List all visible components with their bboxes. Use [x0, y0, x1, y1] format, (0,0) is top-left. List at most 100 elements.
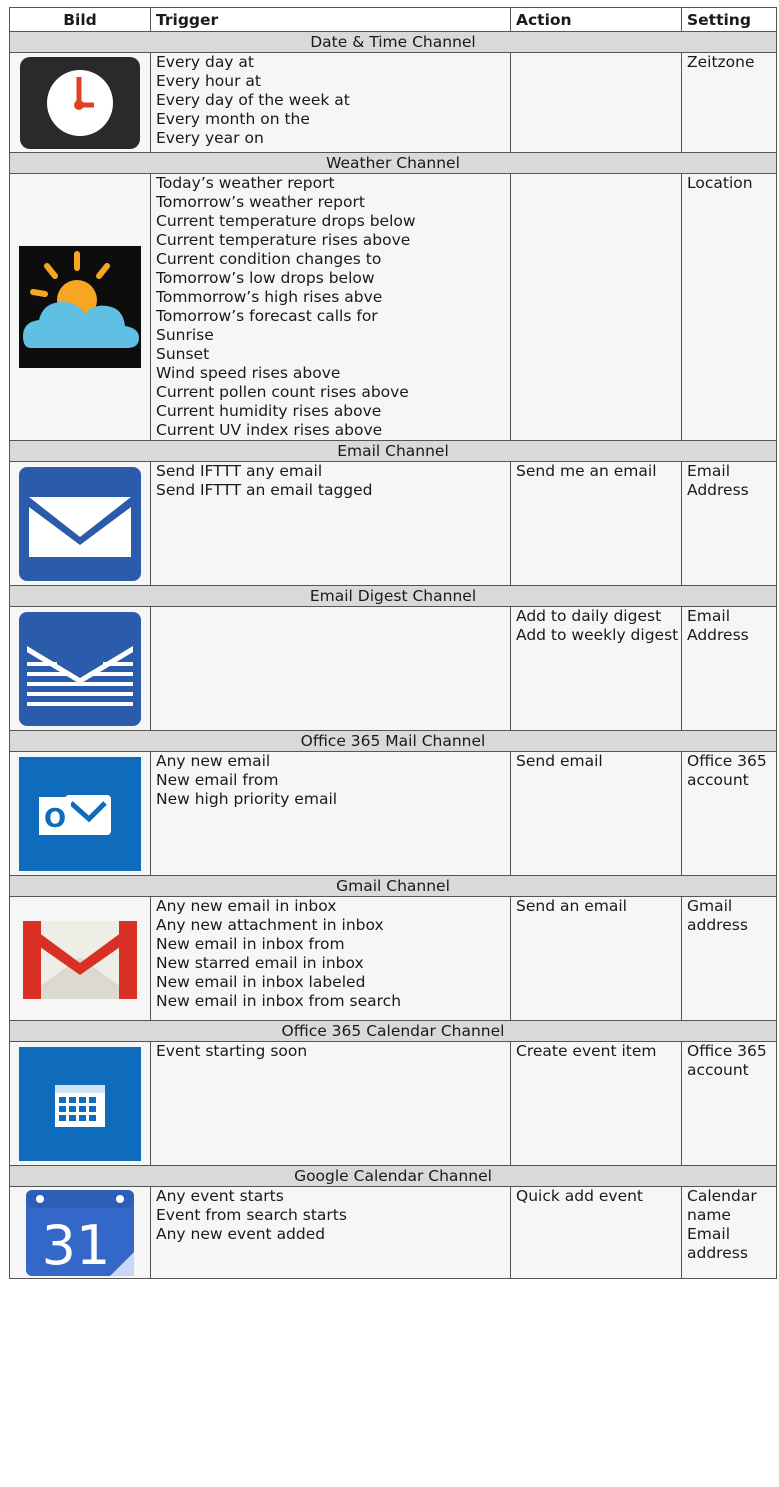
- channel-row: Send IFTTT any email Send IFTTT an email…: [9, 461, 777, 586]
- section-row: Gmail Channel: [9, 875, 777, 897]
- outlook-icon: O: [19, 756, 141, 871]
- col-header-bild: Bild: [9, 7, 151, 32]
- setting-cell: Location: [681, 173, 777, 441]
- action-item: Create event item: [516, 1042, 657, 1060]
- section-title: Office 365 Mail Channel: [9, 730, 777, 752]
- trigger-item: New email from: [156, 771, 279, 789]
- outlook-letter: O: [44, 804, 66, 834]
- setting-cell: Gmail address: [681, 896, 777, 1021]
- trigger-cell: Any event starts Event from search start…: [150, 1186, 511, 1279]
- channel-image-cell: [9, 173, 151, 441]
- channel-row: Event starting soon Create event item Of…: [9, 1041, 777, 1166]
- setting-cell: Office 365 account: [681, 751, 777, 876]
- action-cell: [510, 173, 682, 441]
- action-cell: Send an email: [510, 896, 682, 1021]
- trigger-item: Current humidity rises above: [156, 402, 382, 420]
- trigger-cell: Send IFTTT any email Send IFTTT an email…: [150, 461, 511, 586]
- trigger-item: Any new email: [156, 752, 271, 770]
- channel-row: Add to daily digest Add to weekly digest…: [9, 606, 777, 731]
- trigger-item: Current temperature drops below: [156, 212, 416, 230]
- trigger-cell: Any new email New email from New high pr…: [150, 751, 511, 876]
- trigger-item: Today’s weather report: [156, 174, 335, 192]
- channel-image-cell: O: [9, 751, 151, 876]
- trigger-item: Every day at: [156, 53, 254, 71]
- trigger-item: Any event starts: [156, 1187, 284, 1205]
- section-title: Gmail Channel: [9, 875, 777, 897]
- setting-cell: Email Address: [681, 606, 777, 731]
- action-cell: Quick add event: [510, 1186, 682, 1279]
- setting-cell: Email Address: [681, 461, 777, 586]
- section-title: Date & Time Channel: [9, 31, 777, 53]
- action-item: Quick add event: [516, 1187, 644, 1205]
- trigger-item: Any new event added: [156, 1225, 326, 1243]
- trigger-item: Every year on: [156, 129, 264, 147]
- setting-cell: Zeitzone: [681, 52, 777, 153]
- action-cell: Send email: [510, 751, 682, 876]
- section-row: Google Calendar Channel: [9, 1165, 777, 1187]
- action-cell: Create event item: [510, 1041, 682, 1166]
- action-item: Send an email: [516, 897, 627, 915]
- channel-image-cell: [9, 461, 151, 586]
- setting-cell: Office 365 account: [681, 1041, 777, 1166]
- trigger-item: New starred email in inbox: [156, 954, 364, 972]
- section-row: Email Digest Channel: [9, 585, 777, 607]
- trigger-item: New email in inbox labeled: [156, 973, 366, 991]
- action-cell: [510, 52, 682, 153]
- trigger-item: Current pollen count rises above: [156, 383, 409, 401]
- trigger-item: Wind speed rises above: [156, 364, 341, 382]
- section-row: Weather Channel: [9, 152, 777, 174]
- trigger-item: Every hour at: [156, 72, 261, 90]
- section-title: Email Channel: [9, 440, 777, 462]
- col-header-action: Action: [510, 7, 682, 32]
- trigger-item: Tomorrow’s weather report: [156, 193, 365, 211]
- office-calendar-icon: [19, 1046, 141, 1161]
- channel-image-cell: [9, 1041, 151, 1166]
- weather-sun-cloud-icon: [19, 246, 141, 368]
- trigger-item: New high priority email: [156, 790, 338, 808]
- trigger-item: Every month on the: [156, 110, 310, 128]
- envelope-icon: [19, 466, 141, 581]
- trigger-item: Tommorrow’s high rises abve: [156, 288, 383, 306]
- trigger-cell: Today’s weather report Tomorrow’s weathe…: [150, 173, 511, 441]
- trigger-item: Every day of the week at: [156, 91, 350, 109]
- action-cell: Send me an email: [510, 461, 682, 586]
- channel-image-cell: [9, 52, 151, 153]
- trigger-item: Sunrise: [156, 326, 214, 344]
- trigger-cell: Any new email in inbox Any new attachmen…: [150, 896, 511, 1021]
- trigger-item: New email in inbox from search: [156, 992, 402, 1010]
- col-header-setting: Setting: [681, 7, 777, 32]
- channel-row: Today’s weather report Tomorrow’s weathe…: [9, 173, 777, 441]
- trigger-cell: Every day at Every hour at Every day of …: [150, 52, 511, 153]
- section-row: Email Channel: [9, 440, 777, 462]
- channel-image-cell: [9, 606, 151, 731]
- section-title: Google Calendar Channel: [9, 1165, 777, 1187]
- channel-image-cell: [9, 896, 151, 1021]
- action-item: Add to daily digest: [516, 607, 662, 625]
- channel-image-cell: 31: [9, 1186, 151, 1279]
- calendar-day-number: 31: [42, 1214, 111, 1276]
- setting-cell: Calendar name Email address: [681, 1186, 777, 1279]
- section-row: Office 365 Mail Channel: [9, 730, 777, 752]
- action-item: Send email: [516, 752, 603, 770]
- channel-row: 31 Any event starts Event from search st…: [9, 1186, 777, 1279]
- trigger-cell: Event starting soon: [150, 1041, 511, 1166]
- channel-row: Any new email in inbox Any new attachmen…: [9, 896, 777, 1021]
- email-digest-icon: [19, 611, 141, 726]
- trigger-item: Any new email in inbox: [156, 897, 337, 915]
- clock-icon: [20, 56, 140, 149]
- trigger-item: Send IFTTT an email tagged: [156, 481, 373, 499]
- channel-row: Every day at Every hour at Every day of …: [9, 52, 777, 153]
- trigger-item: Current temperature rises above: [156, 231, 411, 249]
- trigger-item: Event from search starts: [156, 1206, 347, 1224]
- header-row: Bild Trigger Action Setting: [9, 7, 777, 32]
- section-row: Office 365 Calendar Channel: [9, 1020, 777, 1042]
- action-item: Add to weekly digest: [516, 626, 679, 644]
- channel-table: Bild Trigger Action Setting Date & Time …: [9, 7, 777, 1279]
- section-title: Email Digest Channel: [9, 585, 777, 607]
- col-header-trigger: Trigger: [150, 7, 511, 32]
- section-title: Office 365 Calendar Channel: [9, 1020, 777, 1042]
- gmail-icon: [23, 920, 137, 999]
- trigger-item: New email in inbox from: [156, 935, 345, 953]
- trigger-item: Send IFTTT any email: [156, 462, 323, 480]
- trigger-cell: [150, 606, 511, 731]
